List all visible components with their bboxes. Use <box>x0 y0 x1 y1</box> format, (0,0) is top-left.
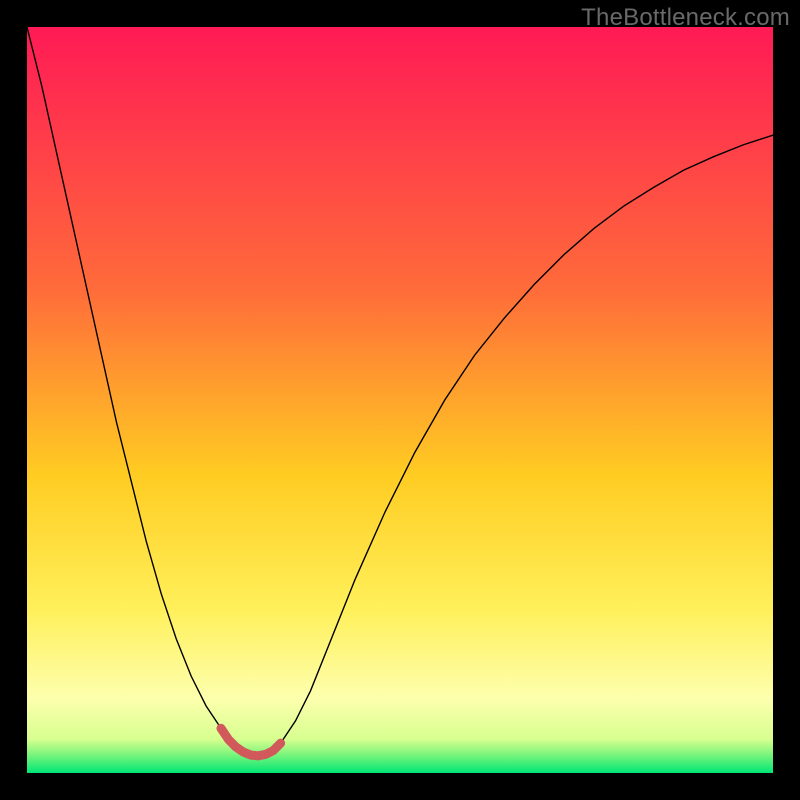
chart-background <box>27 27 773 773</box>
chart-svg <box>27 27 773 773</box>
chart-frame <box>27 27 773 773</box>
watermark-text: TheBottleneck.com <box>581 4 790 32</box>
